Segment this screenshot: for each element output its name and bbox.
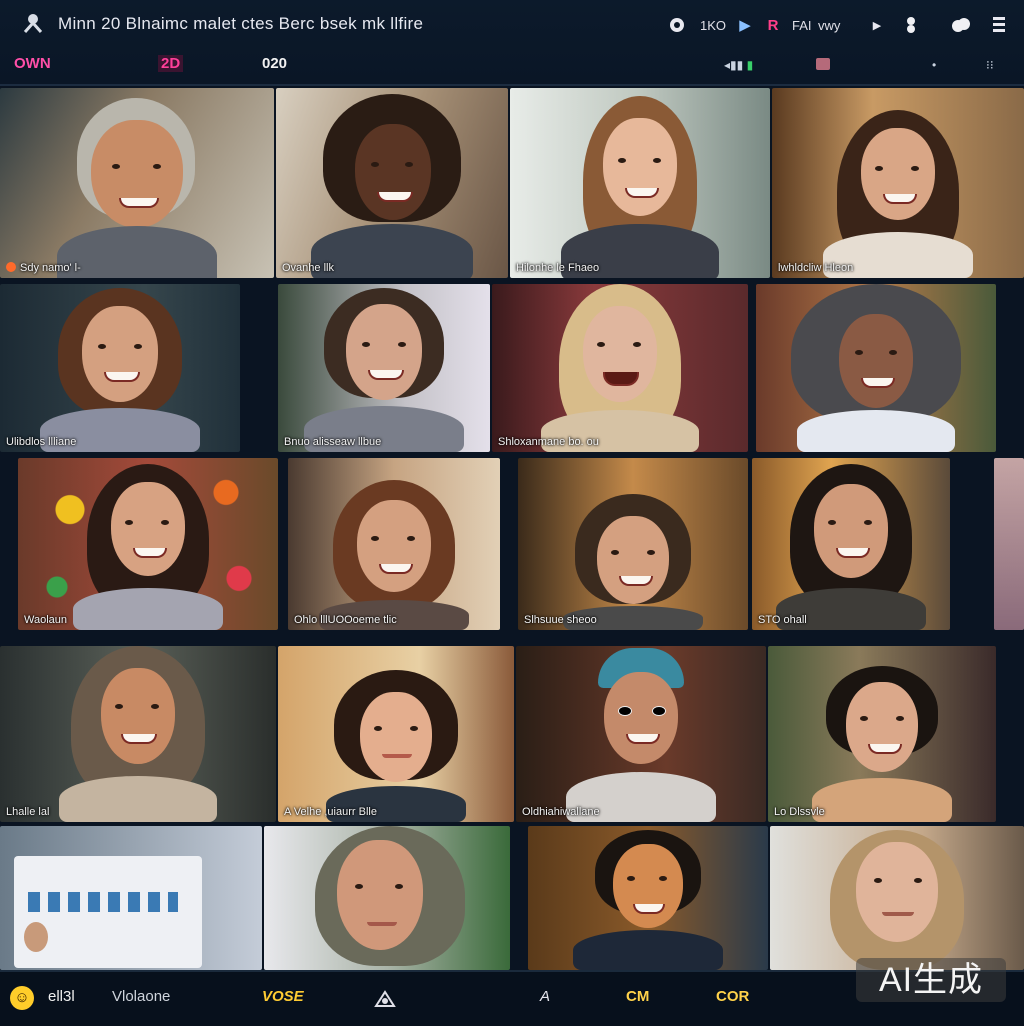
play-icon[interactable]: ▶: [736, 14, 754, 36]
chat-icon[interactable]: [668, 14, 686, 36]
participant-name: Shloxanmane bo. ou: [498, 436, 599, 448]
participant-name: Slhsuue sheoo: [524, 614, 597, 626]
video-tile[interactable]: A Velhe ,uiaurr Blle: [278, 646, 514, 822]
participant-name: Ohlo lllUOOoeme tlic: [294, 614, 397, 626]
participant-name: A Velhe ,uiaurr Blle: [284, 806, 377, 818]
participant-name: Lo Dlssvle: [774, 806, 825, 818]
tile-badge-icon[interactable]: [816, 58, 830, 73]
video-grid: Sdy namo' l- Ovanhe llk Hilonhe le Fhaeo: [0, 86, 1024, 970]
control-item[interactable]: Vlolaone: [112, 988, 170, 1005]
control-item[interactable]: ell3l: [48, 988, 75, 1005]
status-count: 020: [262, 55, 288, 72]
video-tile[interactable]: Slhsuue sheoo: [518, 458, 748, 630]
status-mode: 2D: [158, 55, 184, 72]
video-tile[interactable]: [0, 826, 262, 970]
settings-icon[interactable]: [374, 988, 396, 1012]
video-tile[interactable]: Lo Dlssvle: [768, 646, 996, 822]
control-item[interactable]: VOSE: [262, 988, 304, 1005]
watermark: AI生成: [856, 958, 1006, 1002]
video-tile[interactable]: Waolaun: [18, 458, 278, 630]
participant-name: lwhldcliw Hleon: [778, 262, 854, 274]
video-tile[interactable]: [994, 458, 1024, 630]
video-tile[interactable]: Oldhiahiwallane: [516, 646, 766, 822]
control-item[interactable]: A: [540, 988, 550, 1005]
control-item[interactable]: CM: [626, 988, 649, 1005]
video-tile[interactable]: Ovanhe llk: [276, 88, 508, 278]
participant-name: Ulibdlos llliane: [6, 436, 77, 448]
share-icon[interactable]: ▶: [868, 14, 886, 36]
video-tile[interactable]: [528, 826, 768, 970]
video-tile[interactable]: [264, 826, 510, 970]
video-tile[interactable]: Sdy namo' l-: [0, 88, 274, 278]
menu-icon[interactable]: [990, 14, 1008, 36]
participant-name: Oldhiahiwallane: [522, 806, 600, 818]
video-tile[interactable]: lwhldcliw Hleon: [772, 88, 1024, 278]
video-tile[interactable]: Hilonhe le Fhaeo: [510, 88, 770, 278]
emoji-icon[interactable]: ☺: [10, 986, 34, 1010]
video-tile[interactable]: Ohlo lllUOOoeme tlic: [288, 458, 500, 630]
video-tile[interactable]: Lhalle lal: [0, 646, 276, 822]
participant-name: Hilonhe le Fhaeo: [516, 262, 600, 274]
participant-name: STO ohall: [758, 614, 807, 626]
settings-icon[interactable]: ⁝⁝: [986, 58, 994, 72]
view-button[interactable]: vwy: [818, 14, 840, 36]
app-logo-icon: [23, 14, 43, 33]
participant-name: Sdy namo' l-: [6, 262, 81, 274]
dot-icon: •: [932, 58, 937, 72]
control-item[interactable]: COR: [716, 988, 749, 1005]
video-tile[interactable]: Ulibdlos llliane: [0, 284, 240, 452]
shared-screen: [14, 856, 202, 968]
video-tile[interactable]: [756, 284, 996, 452]
participant-name: Ovanhe llk: [282, 262, 334, 274]
video-tile[interactable]: Bnuo alisseaw llbue: [278, 284, 490, 452]
volume-icon[interactable]: ◂▮▮ ▮: [724, 58, 753, 72]
video-tile[interactable]: STO ohall: [752, 458, 950, 630]
participant-name: Lhalle lal: [6, 806, 50, 818]
participants-button[interactable]: 1KO: [700, 14, 726, 36]
video-tile[interactable]: Shloxanmane bo. ou: [492, 284, 748, 452]
participant-name: Waolaun: [24, 614, 68, 626]
cloud-icon[interactable]: [950, 14, 972, 36]
status-own: OWN: [14, 55, 51, 72]
record-icon[interactable]: R: [764, 14, 782, 36]
meeting-title: Minn 20 Blnaimc malet ctes Berc bsek mk …: [58, 14, 424, 33]
reaction-icon[interactable]: [902, 14, 920, 36]
meeting-toolbar: Minn 20 Blnaimc malet ctes Berc bsek mk …: [0, 0, 1024, 86]
video-tile[interactable]: [770, 826, 1024, 970]
grid-view-button[interactable]: FAI: [792, 14, 812, 36]
participant-name: Bnuo alisseaw llbue: [284, 436, 382, 448]
